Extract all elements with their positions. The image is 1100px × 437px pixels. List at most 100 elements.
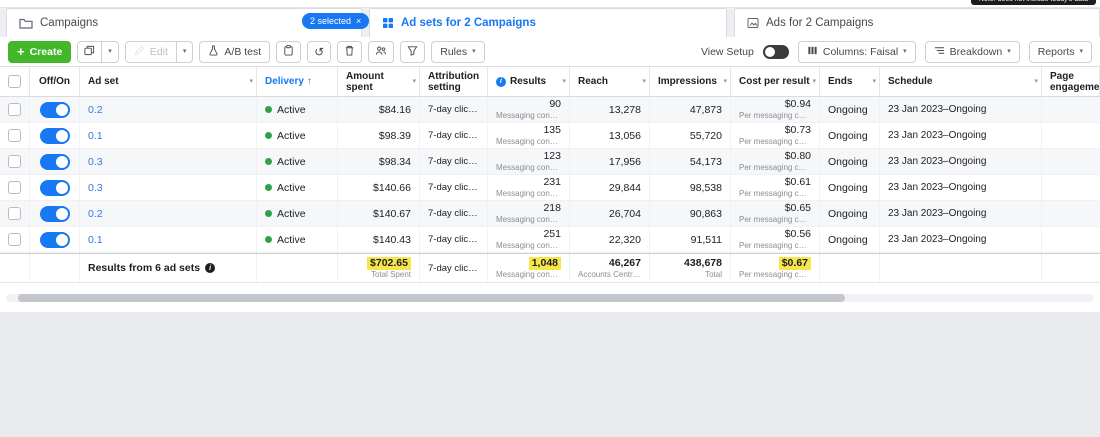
chevron-down-icon: ▾	[903, 48, 907, 55]
row-checkbox[interactable]	[8, 129, 21, 142]
edit-button[interactable]: Edit	[124, 40, 177, 63]
header-cost-per-result[interactable]: Cost per result ▾	[731, 67, 820, 96]
breakdown-button[interactable]: Breakdown ▾	[924, 40, 1020, 63]
total-spent-cell: $702.65 Total Spent	[338, 254, 420, 282]
delivery-status: Active	[277, 103, 306, 116]
row-checkbox[interactable]	[8, 181, 21, 194]
results-sub: Messaging conversa...	[496, 163, 561, 172]
attribution-text: 7-day click or ...	[428, 130, 479, 141]
header-amount-spent-label: Amount spent	[346, 70, 384, 93]
header-amount-spent[interactable]: Amount spent ▾	[338, 67, 420, 96]
adset-name-link[interactable]: 0.1	[88, 234, 103, 246]
duplicate-button[interactable]	[77, 40, 103, 63]
cost-per-result-sub: Per messaging conv...	[739, 215, 811, 224]
adset-name-link[interactable]: 0.1	[88, 130, 103, 142]
table-header-row: Off/On Ad set ▾ Delivery ↑ Amount spent ▾ A…	[0, 67, 1100, 97]
header-ad-set-label: Ad set	[88, 76, 119, 87]
row-toggle[interactable]	[39, 231, 70, 248]
amount-spent-cell: $140.67	[338, 201, 420, 226]
ends-cell: Ongoing	[820, 149, 880, 174]
header-schedule[interactable]: Schedule ▾	[880, 67, 1042, 96]
cost-per-result-value: $0.94	[784, 98, 811, 111]
total-cost-per-result-sub: Per messaging conver...	[739, 269, 811, 279]
header-reach[interactable]: Reach ▾	[570, 67, 650, 96]
header-results[interactable]: i Results ▾	[488, 67, 570, 96]
header-delivery-label: Delivery	[265, 76, 304, 87]
clipboard-button[interactable]	[276, 40, 302, 63]
campaign-level-tabs: Campaigns 2 selected × Ad sets for 2 Cam…	[0, 8, 1100, 37]
adset-name-link[interactable]: 0.3	[88, 156, 103, 168]
info-icon: i	[496, 76, 506, 87]
breakdown-label: Breakdown	[949, 45, 1003, 58]
view-setup-toggle[interactable]	[762, 44, 789, 59]
adset-name-link[interactable]: 0.2	[88, 208, 103, 220]
row-checkbox[interactable]	[8, 155, 21, 168]
create-button[interactable]: + Create	[8, 40, 72, 63]
header-attribution[interactable]: Attribution setting	[420, 67, 488, 96]
total-spent-value: $702.65	[367, 256, 411, 270]
assign-button[interactable]	[368, 40, 395, 63]
row-toggle[interactable]	[39, 179, 70, 196]
edit-dropdown-button[interactable]: ▾	[176, 40, 194, 63]
adset-name-link[interactable]: 0.2	[88, 104, 103, 116]
ends-cell: Ongoing	[820, 123, 880, 148]
header-delivery[interactable]: Delivery ↑	[257, 67, 338, 96]
edit-button-label: Edit	[149, 45, 168, 58]
close-icon[interactable]: ×	[356, 16, 361, 26]
row-toggle[interactable]	[39, 101, 70, 118]
impressions-cell: 91,511	[650, 227, 731, 252]
schedule-cell: 23 Jan 2023–Ongoing	[880, 97, 1042, 122]
cost-per-result-sub: Per messaging conv...	[739, 241, 811, 250]
attribution-cell: 7-day click or ...	[420, 201, 488, 226]
ad-sets-table: Off/On Ad set ▾ Delivery ↑ Amount spent ▾ A…	[0, 67, 1100, 312]
header-off-on: Off/On	[30, 67, 80, 96]
tab-ads[interactable]: Ads for 2 Campaigns	[734, 8, 1100, 37]
delivery-status: Active	[277, 129, 306, 142]
total-attribution-cell: 7-day click or ...	[420, 254, 488, 282]
funnel-icon	[407, 45, 418, 59]
duplicate-dropdown-button[interactable]: ▾	[102, 40, 119, 63]
row-toggle[interactable]	[39, 127, 70, 144]
delete-button[interactable]	[337, 40, 363, 63]
tab-ad-sets[interactable]: Ad sets for 2 Campaigns	[369, 8, 727, 37]
header-ends[interactable]: Ends ▾	[820, 67, 880, 96]
amount-spent-cell: $98.39	[338, 123, 420, 148]
active-status-dot	[265, 184, 272, 191]
tab-campaigns-label: Campaigns	[40, 17, 99, 29]
horizontal-scrollbar-thumb[interactable]	[18, 294, 845, 302]
row-toggle[interactable]	[39, 153, 70, 170]
attribution-text: 7-day click or ...	[428, 104, 479, 115]
selected-count-badge[interactable]: 2 selected ×	[302, 13, 370, 29]
attribution-text: 7-day click or ...	[428, 182, 479, 193]
header-ad-set[interactable]: Ad set ▾	[80, 67, 257, 96]
undo-button[interactable]: ↺	[307, 40, 332, 63]
select-all-checkbox[interactable]	[8, 75, 21, 88]
row-checkbox[interactable]	[8, 103, 21, 116]
header-page-engagement[interactable]: Page engagement	[1042, 67, 1100, 96]
export-button[interactable]	[400, 40, 426, 63]
impressions-cell: 90,863	[650, 201, 731, 226]
totals-label: Results from 6 ad sets	[88, 262, 201, 274]
columns-button[interactable]: Columns: Faisal ▾	[797, 40, 916, 63]
ab-test-button[interactable]: A/B test	[199, 40, 271, 63]
adset-name-link[interactable]: 0.3	[88, 182, 103, 194]
sort-caret-icon: ▾	[412, 77, 416, 85]
results-value: 135	[543, 124, 561, 137]
rules-button[interactable]: Rules ▾	[431, 40, 485, 63]
amount-spent-cell: $98.34	[338, 149, 420, 174]
total-results-value: 1,048	[528, 256, 561, 270]
chevron-down-icon: ▾	[472, 48, 476, 55]
total-impressions-sub: Total	[705, 269, 722, 279]
row-toggle[interactable]	[39, 205, 70, 222]
header-impressions[interactable]: Impressions ▾	[650, 67, 731, 96]
row-checkbox[interactable]	[8, 233, 21, 246]
attribution-cell: 7-day click or ...	[420, 175, 488, 200]
page-engagement-cell	[1042, 201, 1100, 226]
row-checkbox[interactable]	[8, 207, 21, 220]
reports-button[interactable]: Reports ▾	[1028, 40, 1092, 63]
horizontal-scrollbar-track[interactable]	[6, 294, 1094, 302]
reach-cell: 22,320	[570, 227, 650, 252]
cost-per-result-value: $0.73	[784, 124, 811, 137]
tab-ad-sets-label: Ad sets for 2 Campaigns	[401, 17, 536, 29]
chevron-down-icon: ▾	[108, 48, 112, 55]
